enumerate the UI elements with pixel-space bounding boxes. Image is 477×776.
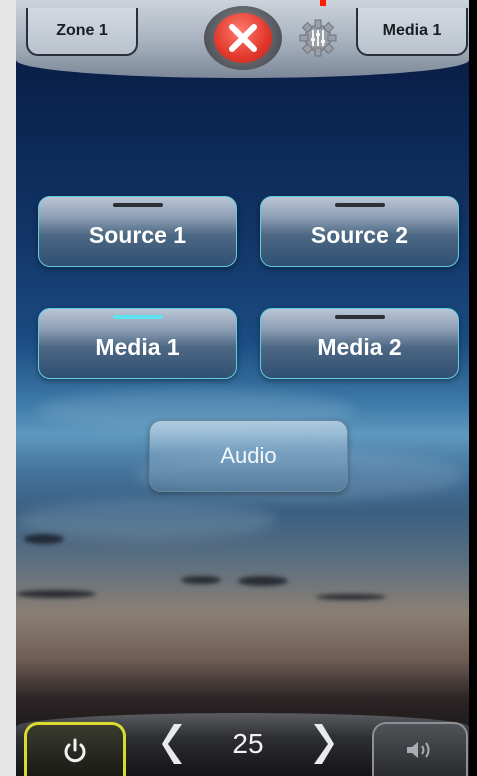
audio-button[interactable]: Audio — [149, 420, 348, 492]
power-icon — [64, 738, 86, 762]
power-button[interactable] — [24, 722, 126, 776]
zone-selector-button[interactable]: Zone 1 — [26, 8, 138, 56]
dark-cloud — [24, 534, 64, 544]
media-label: Media 1 — [382, 22, 442, 39]
audio-label: Audio — [220, 443, 277, 468]
left-frame — [0, 0, 16, 776]
zone-label: Zone 1 — [56, 22, 108, 39]
close-icon — [229, 24, 257, 52]
media-selector-button[interactable]: Media 1 — [356, 8, 468, 56]
chevron-right-icon[interactable] — [312, 724, 334, 764]
app-screen: Zone 1 Media 1 Source 1 Source 2 Media 1… — [16, 0, 469, 776]
source-indicator-active — [112, 315, 163, 319]
red-marker — [320, 0, 326, 6]
gear-icon[interactable] — [298, 18, 338, 58]
page-number: 25 — [232, 728, 264, 759]
source-2-button[interactable]: Source 2 — [260, 196, 459, 267]
dark-cloud — [16, 590, 96, 598]
dark-cloud — [316, 594, 386, 600]
media-1-label: Media 1 — [95, 334, 180, 360]
close-button[interactable] — [204, 6, 282, 70]
media-2-button[interactable]: Media 2 — [260, 308, 459, 379]
source-1-button[interactable]: Source 1 — [38, 196, 237, 267]
chevron-left-icon[interactable] — [162, 724, 184, 764]
media-1-button[interactable]: Media 1 — [38, 308, 237, 379]
source-1-label: Source 1 — [88, 222, 187, 248]
dark-cloud — [181, 576, 221, 584]
media-2-label: Media 2 — [317, 334, 402, 360]
volume-button[interactable] — [372, 722, 468, 776]
source-indicator — [334, 203, 385, 207]
dark-cloud — [238, 576, 288, 586]
source-2-label: Source 2 — [310, 222, 409, 248]
source-indicator — [112, 203, 163, 207]
speaker-icon — [407, 742, 430, 758]
source-indicator — [334, 315, 385, 319]
